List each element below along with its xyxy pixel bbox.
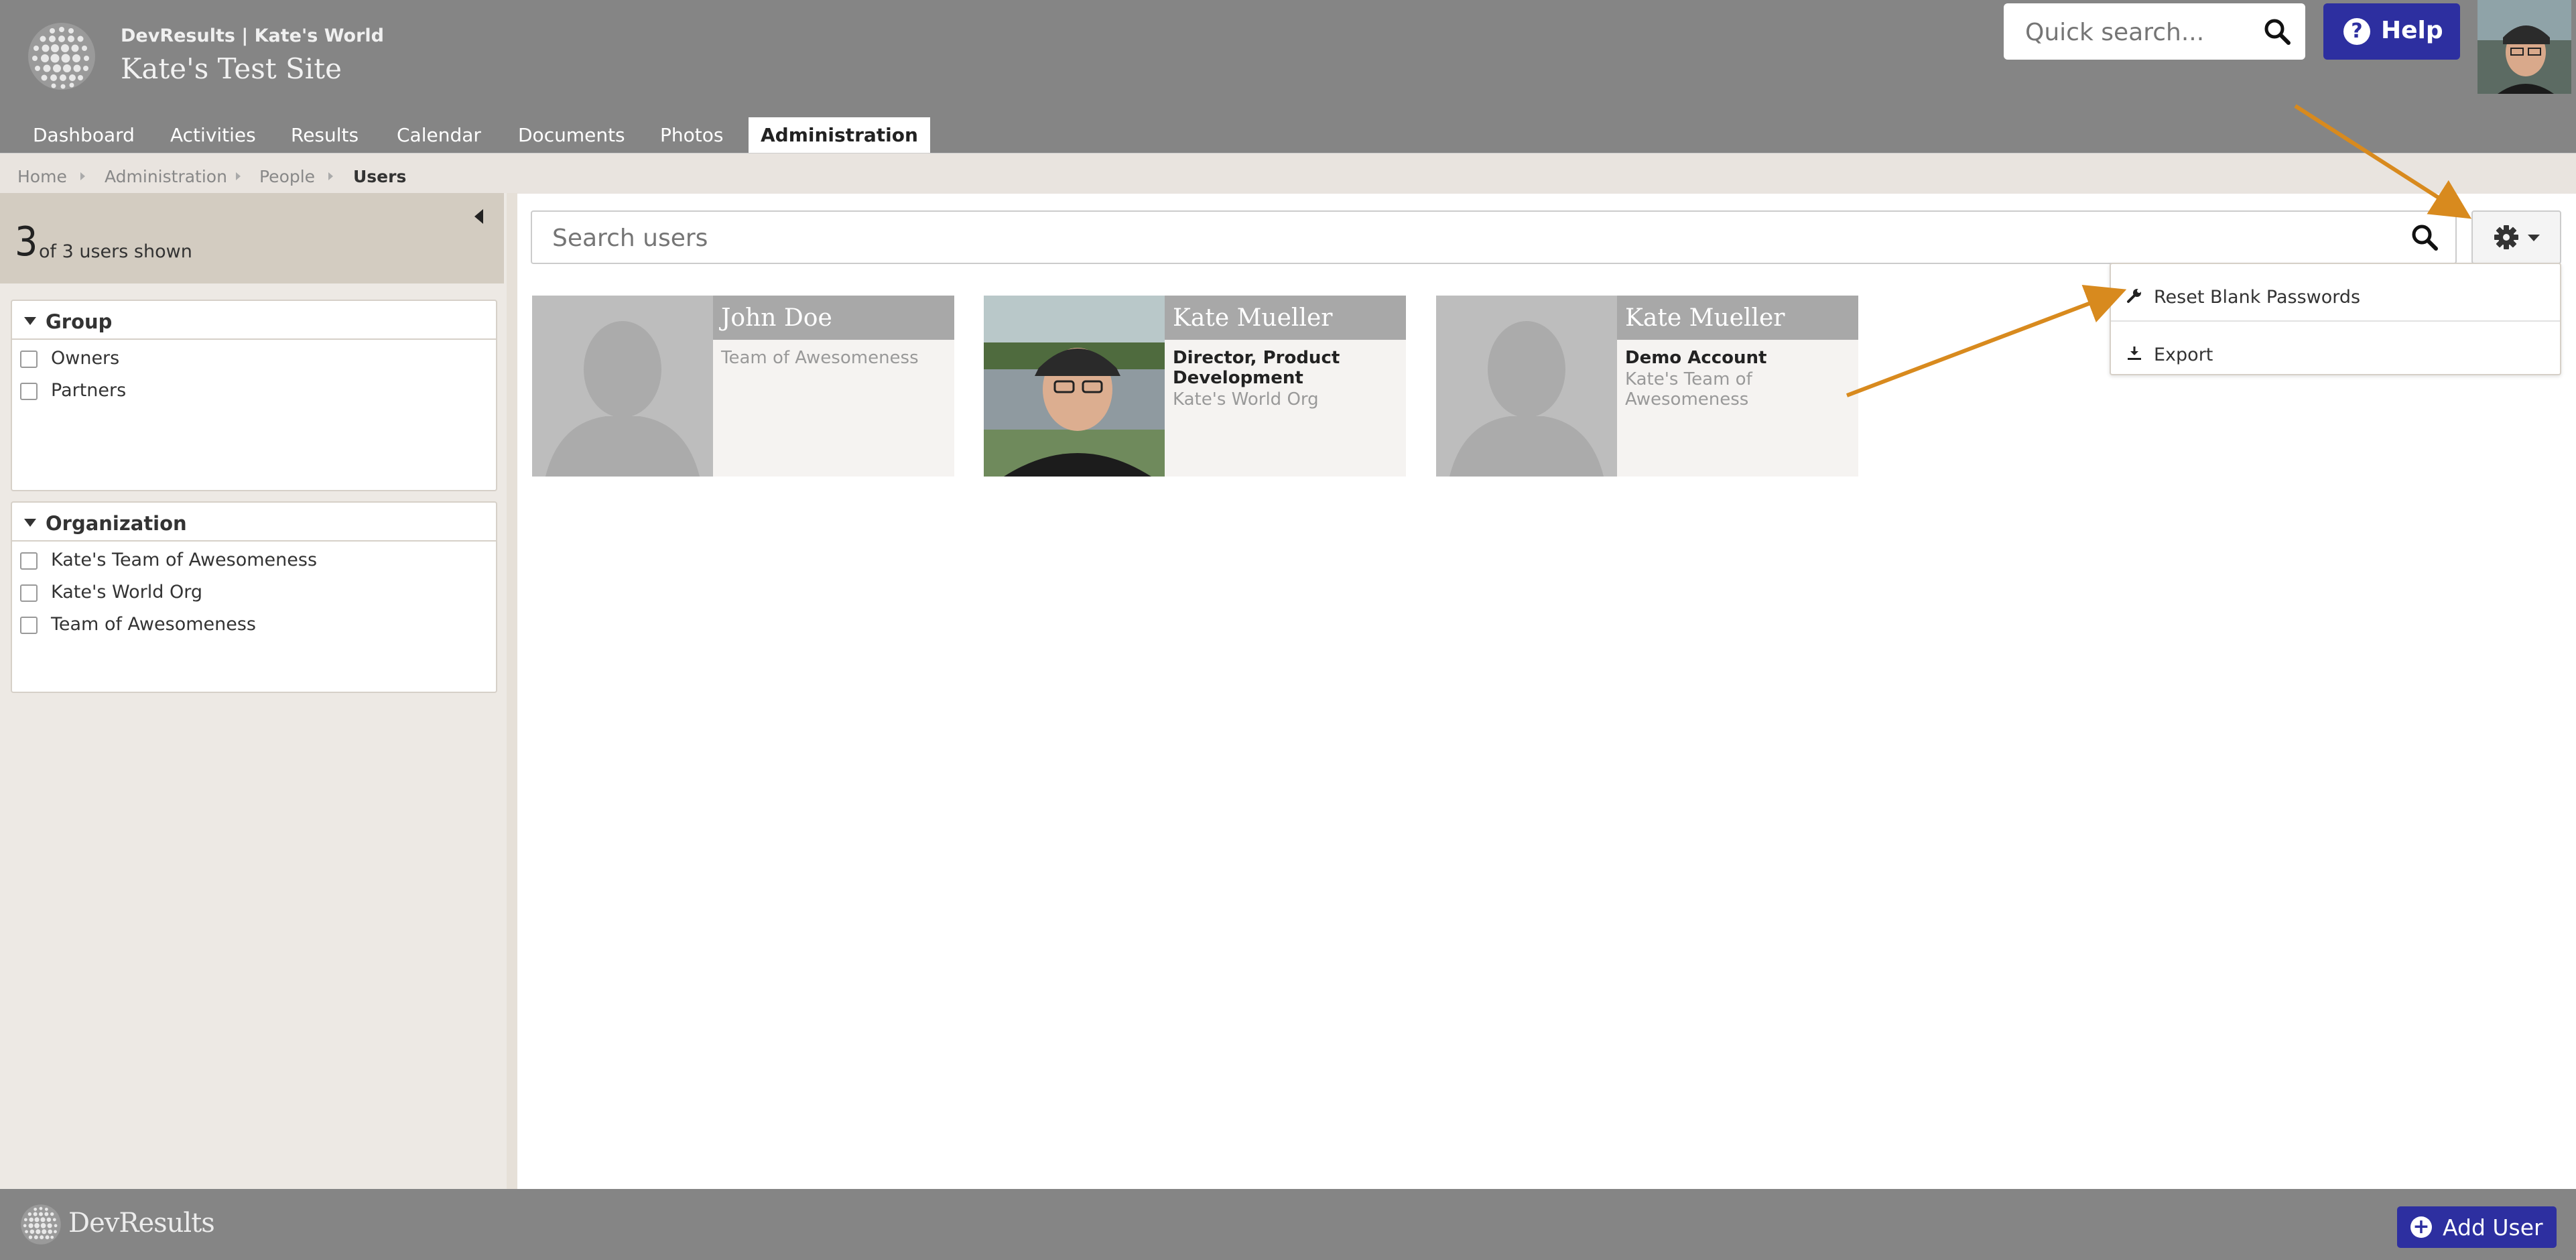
devresults-logo[interactable] bbox=[27, 21, 96, 91]
menu-item-reset-blank-passwords[interactable]: Reset Blank Passwords bbox=[2111, 273, 2560, 320]
tab-activities[interactable]: Activities bbox=[170, 117, 256, 153]
devresults-logo bbox=[21, 1204, 61, 1245]
download-icon bbox=[2128, 346, 2141, 360]
filter-option-label: Kate's Team of Awesomeness bbox=[51, 550, 318, 570]
checkbox[interactable] bbox=[20, 617, 38, 634]
avatar-photo bbox=[2477, 0, 2571, 94]
gear-icon bbox=[2494, 225, 2518, 249]
app-footer: DevResults + Add User bbox=[0, 1189, 2576, 1260]
filter-option-label: Team of Awesomeness bbox=[51, 614, 256, 635]
breadcrumb-separator bbox=[236, 172, 241, 180]
help-button-label: Help bbox=[2381, 17, 2443, 44]
filter-option-label: Owners bbox=[51, 348, 120, 369]
filter-group-panel: Group Owners Partners bbox=[11, 300, 497, 491]
menu-item-export[interactable]: Export bbox=[2111, 331, 2560, 378]
user-photo-placeholder bbox=[532, 296, 713, 477]
user-avatar[interactable] bbox=[2477, 0, 2571, 94]
annotation-arrow bbox=[1846, 284, 2127, 397]
add-user-label: Add User bbox=[2443, 1214, 2543, 1241]
checkbox[interactable] bbox=[20, 383, 38, 400]
filter-option-label: Kate's World Org bbox=[51, 582, 203, 603]
footer-brand: DevResults bbox=[68, 1208, 215, 1239]
help-button[interactable]: ? Help bbox=[2323, 3, 2460, 60]
tab-documents[interactable]: Documents bbox=[518, 117, 625, 153]
tab-calendar[interactable]: Calendar bbox=[397, 117, 481, 153]
result-count: 3 of 3 users shown bbox=[0, 193, 504, 284]
result-count-number: 3 bbox=[15, 218, 38, 265]
user-organization: Kate's Team of Awesomeness bbox=[1625, 369, 1752, 410]
breadcrumb-users: Users bbox=[353, 167, 407, 186]
triangle-down-icon bbox=[24, 519, 36, 527]
user-name[interactable]: John Doe bbox=[713, 296, 954, 340]
breadcrumb: Home Administration People Users bbox=[0, 153, 2576, 194]
user-name-text: John Doe bbox=[721, 304, 832, 332]
user-organization: Kate's World Org bbox=[1173, 389, 1319, 410]
plus-circle-icon: + bbox=[2410, 1216, 2432, 1238]
user-title: Director, Product Development bbox=[1173, 348, 1340, 388]
search-icon[interactable] bbox=[2264, 18, 2291, 45]
menu-item-label: Reset Blank Passwords bbox=[2154, 287, 2361, 308]
tab-photos[interactable]: Photos bbox=[660, 117, 723, 153]
user-organization: Team of Awesomeness bbox=[721, 348, 919, 368]
settings-dropdown-button[interactable] bbox=[2471, 210, 2561, 264]
breadcrumb-administration[interactable]: Administration bbox=[105, 167, 227, 186]
search-icon[interactable] bbox=[2411, 224, 2438, 251]
filter-option-label: Partners bbox=[51, 380, 127, 401]
settings-menu: Reset Blank Passwords Export bbox=[2110, 263, 2561, 375]
chevron-down-icon bbox=[2528, 235, 2540, 241]
result-count-text: of 3 users shown bbox=[39, 241, 192, 262]
app-header: DevResults | Kate's World Kate's Test Si… bbox=[0, 0, 2576, 153]
user-photo-placeholder bbox=[1436, 296, 1617, 477]
user-card-kate-mueller-demo[interactable]: Kate Mueller Demo Account Kate's Team of… bbox=[1436, 296, 1858, 477]
search-users-box[interactable] bbox=[531, 210, 2457, 264]
breadcrumb-people[interactable]: People bbox=[259, 167, 315, 186]
filter-group-header[interactable]: Group bbox=[12, 301, 496, 340]
filter-group-title: Group bbox=[46, 310, 113, 333]
filter-organization-title: Organization bbox=[46, 512, 187, 535]
add-user-button[interactable]: + Add User bbox=[2397, 1206, 2557, 1248]
user-title: Demo Account bbox=[1625, 348, 1767, 368]
user-card-kate-mueller[interactable]: Kate Mueller Director, Product Developme… bbox=[984, 296, 1406, 477]
tab-administration[interactable]: Administration bbox=[749, 117, 930, 153]
user-name-text: Kate Mueller bbox=[1625, 304, 1785, 332]
search-users-input[interactable] bbox=[551, 212, 2363, 264]
breadcrumb-separator bbox=[328, 172, 333, 180]
user-name-text: Kate Mueller bbox=[1173, 304, 1333, 332]
tab-dashboard[interactable]: Dashboard bbox=[33, 117, 135, 153]
tab-results[interactable]: Results bbox=[291, 117, 359, 153]
user-name[interactable]: Kate Mueller bbox=[1617, 296, 1858, 340]
user-card-john-doe[interactable]: John Doe Team of Awesomeness bbox=[532, 296, 954, 477]
menu-item-label: Export bbox=[2154, 344, 2213, 365]
collapse-sidebar-icon[interactable] bbox=[474, 209, 483, 224]
filter-organization-panel: Organization Kate's Team of Awesomeness … bbox=[11, 501, 497, 693]
site-title[interactable]: Kate's Test Site bbox=[121, 52, 342, 85]
user-photo bbox=[984, 296, 1165, 477]
breadcrumb-separator bbox=[80, 172, 85, 180]
menu-divider bbox=[2111, 320, 2560, 322]
wrench-icon bbox=[2127, 289, 2141, 303]
quick-search-input[interactable] bbox=[2024, 3, 2268, 61]
checkbox[interactable] bbox=[20, 584, 38, 602]
user-name[interactable]: Kate Mueller bbox=[1165, 296, 1406, 340]
quick-search-box[interactable] bbox=[2004, 3, 2305, 61]
breadcrumb-home[interactable]: Home bbox=[17, 167, 67, 186]
triangle-down-icon bbox=[24, 317, 36, 325]
filter-organization-header[interactable]: Organization bbox=[12, 503, 496, 542]
checkbox[interactable] bbox=[20, 552, 38, 570]
sidebar-splitter[interactable] bbox=[507, 193, 517, 1189]
question-circle-icon: ? bbox=[2343, 18, 2370, 45]
checkbox[interactable] bbox=[20, 351, 38, 368]
org-name: DevResults | Kate's World bbox=[121, 25, 384, 46]
filter-sidebar: 3 of 3 users shown Group Owners Partners… bbox=[0, 193, 507, 1189]
